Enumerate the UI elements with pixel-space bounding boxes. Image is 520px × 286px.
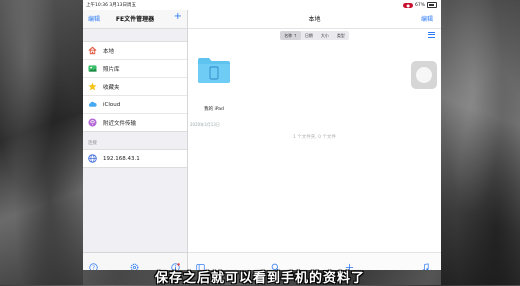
add-button[interactable]: + (174, 11, 182, 22)
sidebar-toggle-icon[interactable] (196, 257, 205, 270)
folder-summary: 1 个文件夹, 0 个文件 (293, 135, 336, 140)
sidebar-item-icloud[interactable]: iCloud (83, 96, 187, 114)
sort-by-size[interactable]: 大小 (317, 31, 333, 40)
sort-by-name[interactable]: 名称 ↑ (280, 31, 301, 40)
sidebar-item-label: 照片库 (103, 66, 120, 73)
sidebar-item-nearby-transfer[interactable]: 附近文件传输 (83, 114, 187, 131)
sidebar-nav-bar: 编辑 FE文件管理器 + (83, 10, 187, 29)
folder-date: 2020年3月13日 (190, 122, 220, 127)
sidebar-item-connection[interactable]: 192.168.43.1 (83, 150, 187, 167)
cloud-icon (88, 100, 97, 109)
sidebar-connections: 192.168.43.1 (83, 149, 187, 168)
app-title: FE文件管理器 (115, 16, 155, 23)
recording-indicator: ● (403, 2, 413, 8)
sidebar-item-photos[interactable]: 照片库 (83, 60, 187, 78)
sidebar-item-label: 192.168.43.1 (103, 155, 140, 162)
globe-icon (88, 154, 97, 163)
battery-percent: 67% (414, 2, 425, 8)
video-subtitle: 保存之后就可以看到手机的资料了 (154, 271, 365, 286)
sidebar-item-local[interactable]: 本地 (83, 42, 187, 60)
page-title: 本地 (308, 16, 321, 23)
info-icon[interactable] (171, 257, 180, 270)
sidebar-item-label: iCloud (103, 101, 121, 108)
background-rock-left (0, 0, 83, 285)
sidebar-item-label: 本地 (103, 48, 115, 55)
main-nav-bar: 本地 编辑 (188, 10, 441, 29)
wifi-icon (88, 118, 97, 127)
sort-segmented-control: 名称 ↑ 日期 大小 类型 (280, 31, 349, 40)
list-view-icon[interactable] (428, 32, 435, 39)
battery-icon (427, 2, 437, 8)
sidebar-locations: 本地 照片库 收藏夹 iCloud 附近文件传输 (83, 41, 187, 132)
star-icon (88, 82, 97, 91)
background-rock-right (441, 0, 520, 285)
assistive-touch-button[interactable] (411, 61, 437, 89)
settings-gear-icon[interactable] (130, 257, 139, 270)
sidebar-item-favorites[interactable]: 收藏夹 (83, 78, 187, 96)
status-time-date: 上午10:36 3月13日周五 (86, 3, 136, 8)
search-icon[interactable] (271, 257, 280, 270)
sort-by-date[interactable]: 日期 (301, 31, 317, 40)
photos-icon (88, 64, 97, 73)
sort-bar: 名称 ↑ 日期 大小 类型 (188, 31, 441, 40)
add-item-icon[interactable] (345, 257, 354, 270)
ipad-screen: 上午10:36 3月13日周五 ● 67% 编辑 FE文件管理器 + 本地 照片… (83, 0, 441, 270)
home-icon (88, 46, 97, 55)
status-bar: 上午10:36 3月13日周五 ● 67% (83, 0, 441, 10)
sidebar-section-header: 连接 (88, 141, 97, 146)
main-edit-button[interactable]: 编辑 (421, 14, 433, 23)
sidebar-item-label: 附近文件传输 (103, 120, 137, 127)
folder-my-ipad-icon[interactable] (197, 56, 231, 84)
sidebar: 编辑 FE文件管理器 + 本地 照片库 收藏夹 iCloud 附近文件传输 连接… (83, 10, 188, 270)
sidebar-item-label: 收藏夹 (103, 84, 120, 91)
help-icon[interactable]: ? (89, 257, 98, 270)
folder-name[interactable]: 我的 iPad (188, 106, 240, 112)
status-right: ● 67% (403, 2, 437, 8)
sort-by-type[interactable]: 类型 (333, 31, 349, 40)
music-note-icon[interactable] (421, 257, 430, 270)
main-pane: 本地 编辑 名称 ↑ 日期 大小 类型 我的 iPad 2020年3月13日 1… (188, 10, 441, 270)
